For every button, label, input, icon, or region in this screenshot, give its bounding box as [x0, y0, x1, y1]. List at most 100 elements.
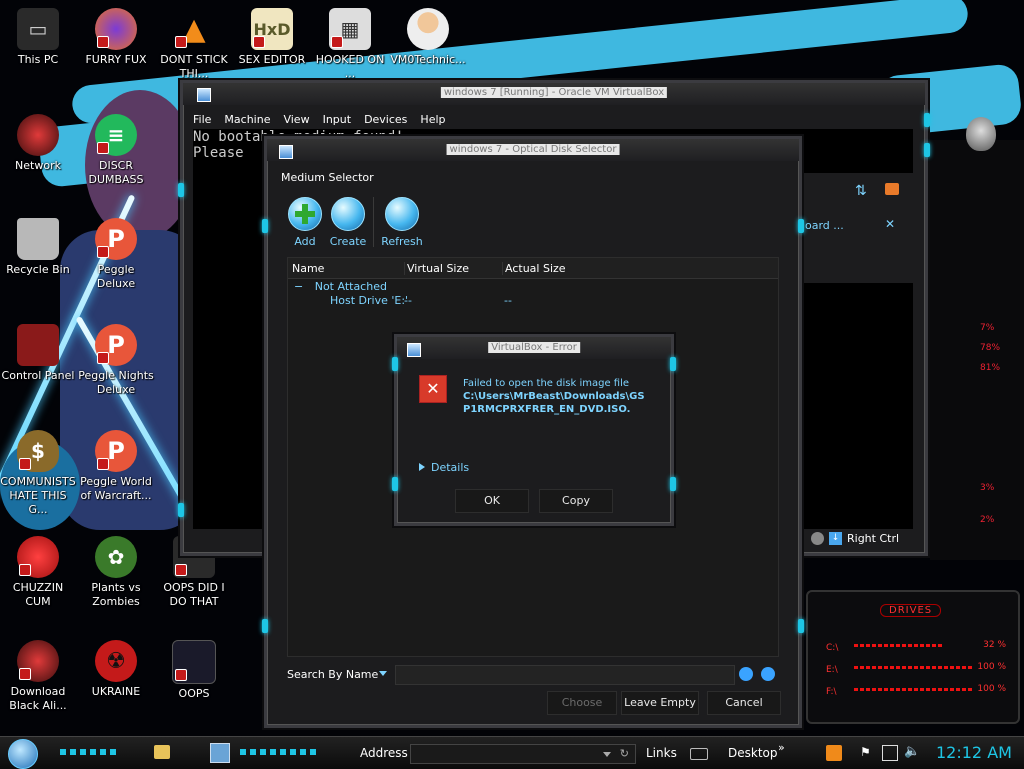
search-input[interactable]: [395, 665, 735, 685]
desktop-toolbar[interactable]: Desktop: [728, 746, 778, 760]
settings-icon[interactable]: [885, 183, 899, 195]
desktop-icon-chuzzin[interactable]: CHUZZIN CUM: [0, 536, 76, 609]
frame-accent: [670, 357, 676, 371]
desktop-icon-pvz[interactable]: ✿ Plants vs Zombies: [78, 536, 154, 609]
file-explorer-icon[interactable]: [154, 745, 170, 759]
search-next-icon[interactable]: [761, 667, 775, 681]
desktop-icon-oops[interactable]: OOPS: [156, 640, 232, 701]
desktop-icon-network[interactable]: Network: [0, 114, 76, 173]
desktop-icon-sex-editor[interactable]: HxD SEX EDITOR: [234, 8, 310, 67]
leave-empty-button[interactable]: Leave Empty: [621, 691, 699, 715]
menu-input[interactable]: Input: [323, 113, 351, 129]
links-toolbar[interactable]: Links: [646, 746, 677, 760]
frame-accent: [798, 219, 804, 233]
menu-machine[interactable]: Machine: [224, 113, 270, 129]
drive-label: C:\: [826, 643, 839, 653]
menu-file[interactable]: File: [193, 113, 211, 129]
desktop-icon-vm0technic[interactable]: VM0Technic...: [390, 8, 466, 67]
virtualbox-icon: [407, 343, 421, 357]
desktop-icon-hooked-on[interactable]: ▦ HOOKED ON ...: [312, 8, 388, 81]
icon-label: UKRAINE: [91, 685, 141, 698]
taskbar-accent: [240, 749, 320, 755]
icon-label: Control Panel: [1, 369, 75, 382]
copy-button[interactable]: Copy: [539, 489, 613, 513]
choose-button[interactable]: Choose: [547, 691, 617, 715]
overflow-chevron-icon[interactable]: »: [778, 741, 785, 754]
start-button[interactable]: [8, 739, 38, 769]
address-label: Address: [360, 746, 408, 760]
menu-view[interactable]: View: [283, 113, 309, 129]
taskbar: Address ↻ Links Desktop » ⚑ 🔈 12:12 AM: [0, 736, 1024, 769]
keyboard-icon[interactable]: [690, 748, 708, 760]
drive-row: E:\ 100 %: [826, 662, 1006, 675]
search-previous-icon[interactable]: [739, 667, 753, 681]
frame-accent: [924, 113, 930, 127]
desktop-icon-discr[interactable]: ≡ DISCR DUMBASS: [78, 114, 154, 187]
desktop-icon-recycle-bin[interactable]: Recycle Bin: [0, 218, 76, 277]
clock[interactable]: 12:12 AM: [936, 743, 1012, 762]
go-icon[interactable]: ↻: [620, 747, 629, 760]
table-row[interactable]: Host Drive 'E:' -- --: [288, 294, 778, 308]
host-key-label: Right Ctrl: [847, 532, 900, 545]
row-name: Host Drive 'E:': [330, 294, 409, 307]
virtualbox-taskbar-icon[interactable]: [210, 743, 230, 763]
refresh-button[interactable]: Refresh: [377, 197, 427, 248]
frame-accent: [798, 619, 804, 633]
cancel-button[interactable]: Cancel: [707, 691, 781, 715]
column-name[interactable]: Name: [292, 262, 324, 275]
icon-label: SEX EDITOR: [238, 53, 306, 66]
desktop-icon-control-panel[interactable]: Control Panel: [0, 324, 76, 383]
details-toggle[interactable]: Details: [419, 461, 469, 474]
icon-label: VM0Technic...: [390, 53, 466, 66]
error-dialog[interactable]: VirtualBox - Error ✕ Failed to open the …: [392, 334, 676, 526]
flag-icon[interactable]: ⚑: [860, 745, 871, 759]
ok-button[interactable]: OK: [455, 489, 529, 513]
icon-label: Peggle Deluxe: [96, 263, 136, 290]
menu-help[interactable]: Help: [420, 113, 445, 129]
hxd-icon: HxD: [251, 8, 293, 50]
flower-icon: ✿: [95, 536, 137, 578]
desktop-icon-peggle-nights[interactable]: P Peggle Nights Deluxe: [78, 324, 154, 397]
icon-label: COMMUNISTS HATE THIS G...: [0, 475, 76, 516]
firefox-icon: [95, 8, 137, 50]
create-button[interactable]: Create: [323, 197, 373, 248]
drive-label: E:\: [826, 665, 838, 675]
desktop-icon-peggle-wow[interactable]: P Peggle World of Warcraft...: [78, 430, 154, 503]
desktop-icon-dont-stick[interactable]: ▲ DONT STICK THI...: [156, 8, 232, 81]
chevron-down-icon[interactable]: [603, 752, 611, 757]
drive-label: F:\: [826, 687, 837, 697]
desktop-icon-communists[interactable]: $ COMMUNISTS HATE THIS G...: [0, 430, 76, 517]
desktop-icon-peggle-deluxe[interactable]: P Peggle Deluxe: [78, 218, 154, 291]
group-row-not-attached[interactable]: − Not Attached: [294, 280, 387, 294]
collapse-icon[interactable]: −: [294, 280, 303, 293]
sort-icon[interactable]: ⇅: [855, 183, 867, 199]
column-virtual-size[interactable]: Virtual Size: [404, 262, 469, 275]
chat-icon: ≡: [95, 114, 137, 156]
doctor-icon: [407, 8, 449, 50]
gadget-stat: 78%: [980, 343, 1001, 353]
desktop-icon-this-pc[interactable]: ▭ This PC: [0, 8, 76, 67]
volume-icon[interactable]: 🔈: [904, 744, 920, 759]
vm-titlebar[interactable]: windows 7 [Running] - Oracle VM VirtualB…: [183, 83, 925, 105]
icon-label: DONT STICK THI...: [160, 53, 228, 80]
taskbar-accent: [60, 749, 120, 755]
icon-label: HOOKED ON ...: [315, 53, 385, 80]
mouse-capture-icon: [811, 532, 824, 545]
error-titlebar[interactable]: VirtualBox - Error: [397, 337, 671, 359]
frame-accent: [178, 183, 184, 197]
radiation-icon: ☢: [95, 640, 137, 682]
desktop-icon-furry-fux[interactable]: FURRY FUX: [78, 8, 154, 67]
notification-app-icon[interactable]: [826, 745, 842, 761]
desktop-icon-ukraine[interactable]: ☢ UKRAINE: [78, 640, 154, 699]
column-actual-size[interactable]: Actual Size: [502, 262, 566, 275]
close-icon[interactable]: ✕: [885, 217, 895, 231]
network-tray-icon[interactable]: [882, 745, 898, 761]
search-by-name-selector[interactable]: Search By Name: [287, 665, 387, 685]
medium-selector-titlebar[interactable]: windows 7 - Optical Disk Selector: [267, 139, 799, 161]
menu-devices[interactable]: Devices: [364, 113, 407, 129]
drive-bar: [854, 666, 974, 669]
icon-label: Peggle Nights Deluxe: [78, 369, 154, 396]
desktop-icon-download-black[interactable]: Download Black Ali...: [0, 640, 76, 713]
address-input[interactable]: ↻: [410, 744, 636, 764]
create-label: Create: [329, 235, 367, 248]
